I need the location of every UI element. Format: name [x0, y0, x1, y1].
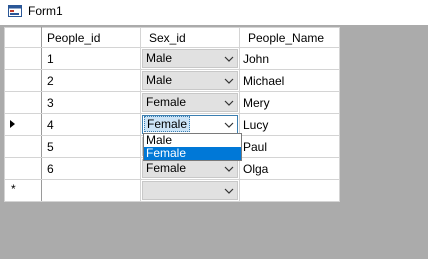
current-row-arrow-icon — [10, 120, 15, 128]
sex-combo-value: Male — [146, 73, 173, 87]
sex-combo[interactable]: Male — [142, 71, 238, 90]
sex-combo-value: Female — [146, 95, 187, 109]
people-name-cell[interactable]: Mery — [239, 91, 340, 114]
form-icon — [8, 5, 22, 17]
people-name-cell[interactable]: Lucy — [239, 113, 340, 136]
chevron-down-icon[interactable] — [224, 72, 234, 89]
sex-dropdown-list[interactable]: Male Female — [143, 133, 242, 161]
sex-combo-value: Female — [144, 116, 191, 132]
sex-id-cell[interactable]: Female — [140, 91, 240, 114]
people-datagridview[interactable]: People_id Sex_id People_Name 1 Male John… — [4, 27, 340, 202]
table-row: 1 Male John — [4, 47, 340, 70]
sex-combo-editing[interactable]: Female — [142, 115, 238, 134]
chevron-down-icon[interactable] — [224, 94, 234, 111]
row-header[interactable] — [4, 113, 42, 136]
row-header[interactable]: * — [4, 179, 42, 202]
sex-id-cell[interactable] — [140, 179, 240, 202]
row-header[interactable] — [4, 157, 42, 180]
people-name-cell[interactable]: Olga — [239, 157, 340, 180]
people-id-cell[interactable]: 1 — [41, 47, 141, 70]
people-id-cell[interactable]: 4 — [41, 113, 141, 136]
people-id-cell[interactable]: 2 — [41, 69, 141, 92]
row-header[interactable] — [4, 69, 42, 92]
chevron-down-icon[interactable] — [224, 160, 234, 177]
people-name-cell[interactable]: Michael — [239, 69, 340, 92]
people-name-cell[interactable] — [239, 179, 340, 202]
chevron-down-icon[interactable] — [224, 50, 234, 67]
row-header[interactable] — [4, 135, 42, 158]
people-id-cell[interactable]: 5 — [41, 135, 141, 158]
column-header-sex-id[interactable]: Sex_id — [140, 27, 240, 48]
people-id-cell[interactable] — [41, 179, 141, 202]
window-title: Form1 — [28, 4, 63, 18]
people-name-cell[interactable]: John — [239, 47, 340, 70]
column-header-people-id[interactable]: People_id — [41, 27, 141, 48]
header-row: People_id Sex_id People_Name — [4, 27, 340, 48]
column-header-people-name[interactable]: People_Name — [239, 27, 340, 48]
chevron-down-icon[interactable] — [224, 182, 234, 199]
top-left-header-cell[interactable] — [4, 27, 42, 48]
dropdown-option-female[interactable]: Female — [144, 147, 241, 160]
sex-combo-value: Female — [146, 161, 187, 175]
sex-combo[interactable]: Female — [142, 93, 238, 112]
people-id-cell[interactable]: 3 — [41, 91, 141, 114]
sex-combo[interactable] — [142, 181, 238, 200]
sex-id-cell[interactable]: Male — [140, 47, 240, 70]
table-row: 3 Female Mery — [4, 91, 340, 114]
sex-combo-value: Male — [146, 51, 173, 65]
chevron-down-icon[interactable] — [224, 116, 234, 133]
table-row: 2 Male Michael — [4, 69, 340, 92]
sex-combo[interactable]: Female — [142, 159, 238, 178]
sex-combo[interactable]: Male — [142, 49, 238, 68]
new-row-marker: * — [11, 182, 16, 196]
row-header[interactable] — [4, 47, 42, 70]
people-id-cell[interactable]: 6 — [41, 157, 141, 180]
row-header[interactable] — [4, 91, 42, 114]
sex-id-cell[interactable]: Male — [140, 69, 240, 92]
people-name-cell[interactable]: Paul — [239, 135, 340, 158]
new-row: * — [4, 179, 340, 202]
title-bar: Form1 — [0, 0, 428, 22]
